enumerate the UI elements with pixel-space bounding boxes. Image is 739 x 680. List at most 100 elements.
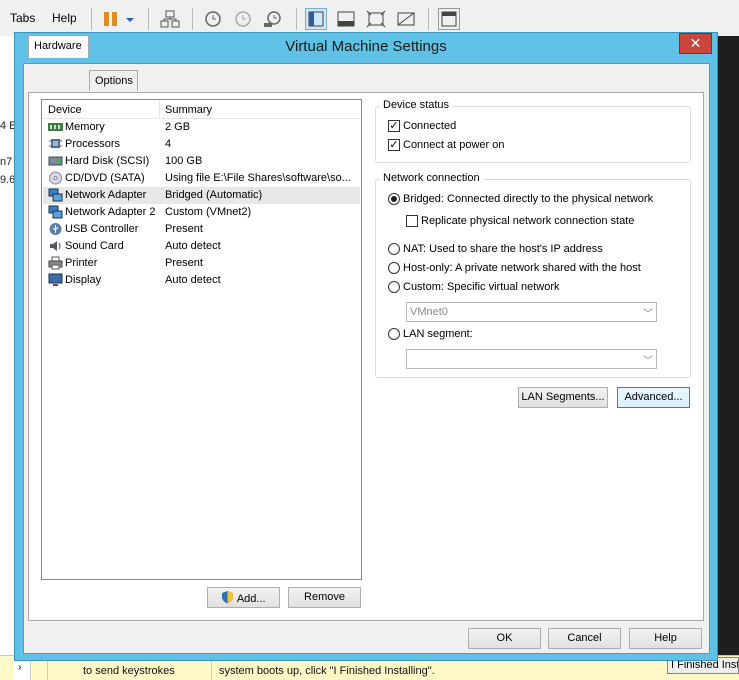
help-button[interactable]: Help [629,628,702,649]
network-connection-title: Network connection [380,172,483,184]
bridged-radio[interactable] [388,193,400,205]
device-name: Processors [65,138,121,150]
lan-segment-radio[interactable] [388,328,400,340]
device-status-title: Device status [380,99,453,111]
chevron-down-icon: ﹀ [643,356,653,367]
vm-console-area [716,36,739,655]
toolbar-separator [148,8,149,30]
menu-help[interactable]: Help [52,11,77,25]
toolbar-separator [296,8,297,30]
device-summary: Bridged (Automatic) [165,189,263,201]
device-summary: Using file E:\File Shares\software\so... [165,172,351,184]
device-summary: Custom (VMnet2) [165,206,252,218]
connected-label: Connected [403,120,457,132]
chevron-down-icon[interactable] [124,10,136,28]
usb-icon [48,222,63,236]
device-name: Network Adapter 2 [65,206,156,218]
tab-hardware[interactable]: Hardware [28,35,89,58]
device-name: Printer [65,257,98,269]
device-row[interactable]: Network Adapter Bridged (Automatic) [43,187,360,204]
custom-network-select[interactable]: VMnet0 ﹀ [406,302,657,322]
device-row[interactable]: Hard Disk (SCSI) 100 GB [43,153,360,170]
device-list-header: Device Summary [43,101,360,119]
network-adapter-icon [48,205,63,219]
toolbar-separator [192,8,193,30]
nat-radio[interactable] [388,243,400,255]
device-row[interactable]: CD/DVD (SATA) Using file E:\File Shares\s… [43,170,360,187]
bridged-label: Bridged: Connected directly to the physi… [403,193,654,205]
device-name: Memory [65,121,105,133]
remove-button[interactable]: Remove [288,587,361,608]
device-name: CD/DVD (SATA) [65,172,145,184]
device-row[interactable]: Sound Card Auto detect [43,238,360,255]
library-view-icon[interactable] [305,8,327,30]
processor-icon [48,137,63,151]
device-summary: Auto detect [165,240,221,252]
background-panel [0,36,14,679]
device-name: Network Adapter [65,189,147,201]
device-summary: Present [165,223,203,235]
display-icon [48,273,63,287]
memory-icon [48,120,63,134]
console-view-icon[interactable] [336,10,356,28]
connected-checkbox[interactable]: ✓ [388,120,400,132]
dialog-title: Virtual Machine Settings [285,38,447,55]
column-separator[interactable] [159,101,160,118]
close-icon: ✕ [689,35,702,51]
cd-dvd-icon [48,171,63,185]
device-row[interactable]: Display Auto detect [43,272,360,289]
nat-label: NAT: Used to share the host's IP address [403,243,603,255]
hint-text: system boots up, click "I Finished Insta… [219,665,435,677]
printer-icon [48,256,63,270]
device-summary: 4 [165,138,172,150]
device-row[interactable]: Network Adapter 2 Custom (VMnet2) [43,204,360,221]
background-text: 9.6 [0,174,16,186]
sound-icon [48,239,63,253]
device-row[interactable]: USB Controller Present [43,221,360,238]
chevron-down-icon: ﹀ [643,309,653,320]
host-only-radio[interactable] [388,262,400,274]
lan-segment-label: LAN segment: [403,328,473,340]
fullscreen-icon[interactable] [366,10,386,28]
close-button[interactable]: ✕ [679,33,712,54]
toolbar-separator [91,8,92,30]
thumbnail-icon[interactable] [438,8,460,30]
device-name: USB Controller [65,223,139,235]
toolbar-separator [428,8,429,30]
unity-icon[interactable] [396,10,416,28]
device-name: Sound Card [65,240,124,252]
device-name: Hard Disk (SCSI) [65,155,150,167]
hard-disk-icon [48,154,63,168]
advanced-button[interactable]: Advanced... [617,387,690,408]
ok-button[interactable]: OK [468,628,541,649]
device-row[interactable]: Printer Present [43,255,360,272]
column-header-summary[interactable]: Summary [165,104,212,116]
custom-radio[interactable] [388,281,400,293]
connect-power-on-checkbox[interactable]: ✓ [388,139,400,151]
add-button[interactable]: Add... [207,587,280,608]
device-row[interactable]: Processors 4 [43,136,360,153]
hint-text: to send keystrokes [83,665,175,677]
device-summary: Present [165,257,203,269]
host-only-label: Host-only: A private network shared with… [403,262,641,274]
column-header-device[interactable]: Device [48,104,82,116]
replicate-label: Replicate physical network connection st… [421,215,635,227]
cancel-button[interactable]: Cancel [548,628,621,649]
lan-segment-select[interactable]: ﹀ [406,349,657,369]
device-list[interactable]: Device Summary Memory 2 GB Processors 4 Hard… [41,99,362,580]
snapshot-manager-icon[interactable] [263,10,283,28]
device-summary: Auto detect [165,274,221,286]
tab-options[interactable]: Options [89,70,138,91]
pause-icon[interactable] [102,10,122,28]
network-adapter-icon [48,188,63,202]
network-icon[interactable] [160,10,180,28]
revert-snapshot-icon[interactable] [233,10,253,28]
device-row[interactable]: Memory 2 GB [43,119,360,136]
lan-segments-button[interactable]: LAN Segments... [518,387,608,408]
replicate-checkbox[interactable] [406,215,418,227]
custom-label: Custom: Specific virtual network [403,281,560,293]
custom-network-value: VMnet0 [410,306,448,318]
shield-icon [221,590,234,604]
menu-tabs[interactable]: Tabs [10,11,35,25]
snapshot-icon[interactable] [203,10,223,28]
